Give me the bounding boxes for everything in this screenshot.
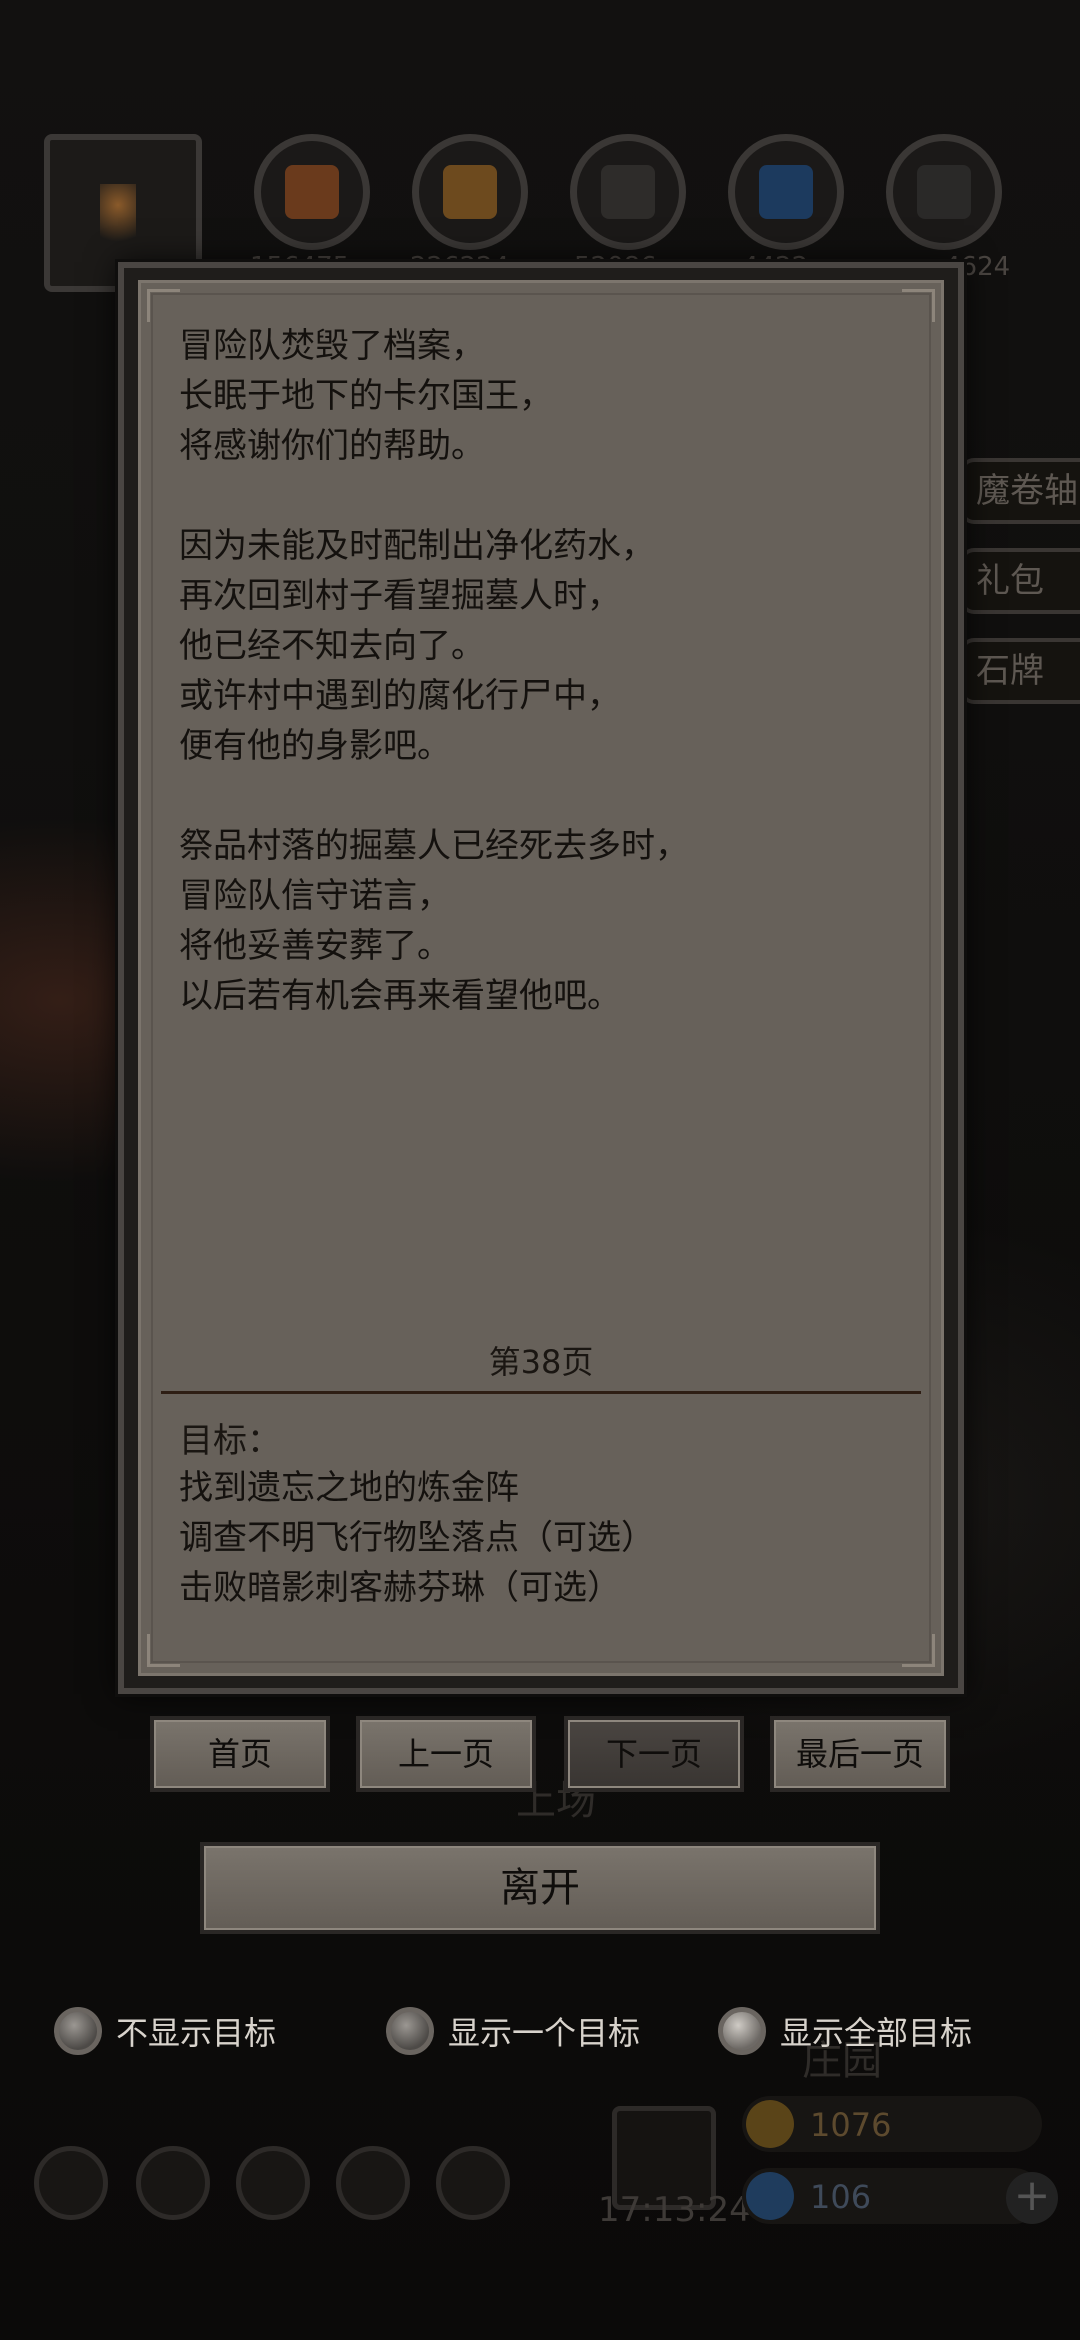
- goal-item: 击败暗影刺客赫芬琳（可选）: [179, 1568, 621, 1608]
- radio-label: 显示一个目标: [448, 2014, 641, 2052]
- radio-circle[interactable]: [718, 2007, 766, 2055]
- radio-hide-goals[interactable]: 不显示目标: [54, 2004, 276, 2058]
- add-currency-icon[interactable]: +: [1006, 2172, 1058, 2224]
- gold-coin-icon: [746, 2100, 794, 2148]
- story-dialog: 冒险队焚毁了档案， 长眠于地下的卡尔国王， 将感谢你们的帮助。 因为未能及时配制…: [118, 262, 964, 1694]
- divider: [161, 1391, 921, 1394]
- radio-circle[interactable]: [54, 2007, 102, 2055]
- radio-circle[interactable]: [386, 2007, 434, 2055]
- mail-icon[interactable]: [336, 2146, 410, 2220]
- clock-text: 17:13:24: [598, 2190, 751, 2230]
- corner-ornament: [902, 289, 935, 322]
- blue-crystal-icon[interactable]: [728, 134, 844, 250]
- gem-currency-row: 106: [742, 2168, 1042, 2224]
- radio-show-all-goals[interactable]: 显示全部目标: [718, 2004, 972, 2058]
- radio-label: 不显示目标: [116, 2014, 277, 2052]
- book-icon[interactable]: [236, 2146, 310, 2220]
- corner-ornament: [902, 1634, 935, 1667]
- side-button-stone-tablet[interactable]: 石牌: [960, 638, 1080, 704]
- goal-item: 找到遗忘之地的炼金阵: [179, 1468, 519, 1508]
- side-button-scroll[interactable]: 魔卷轴: [960, 458, 1080, 524]
- copper-ore-icon[interactable]: [254, 134, 370, 250]
- goals-list: 找到遗忘之地的炼金阵 调查不明飞行物坠落点（可选） 击败暗影刺客赫芬琳（可选）: [179, 1463, 655, 1613]
- map-icon[interactable]: [436, 2146, 510, 2220]
- goal-item: 调查不明飞行物坠落点（可选）: [179, 1518, 655, 1558]
- achievement-icon[interactable]: [136, 2146, 210, 2220]
- goals-title: 目标：: [179, 1421, 281, 1461]
- corner-ornament: [147, 289, 180, 322]
- parchment: 冒险队焚毁了档案， 长眠于地下的卡尔国王， 将感谢你们的帮助。 因为未能及时配制…: [138, 280, 944, 1676]
- stone-block-icon[interactable]: [570, 134, 686, 250]
- last-page-button[interactable]: 最后一页: [770, 1716, 950, 1792]
- next-page-button[interactable]: 下一页: [564, 1716, 744, 1792]
- page-number: 第38页: [488, 1343, 594, 1381]
- leave-button[interactable]: 离开: [200, 1842, 880, 1934]
- gem-amount: 106: [810, 2178, 872, 2216]
- radio-show-one-goal[interactable]: 显示一个目标: [386, 2004, 640, 2058]
- gold-amount: 1076: [810, 2106, 892, 2144]
- wood-plank-icon[interactable]: [412, 134, 528, 250]
- corner-ornament: [147, 1634, 180, 1667]
- blue-gem-icon: [746, 2172, 794, 2220]
- prev-page-button[interactable]: 上一页: [356, 1716, 536, 1792]
- side-button-gift-pack[interactable]: 礼包: [960, 548, 1080, 614]
- gold-currency-row: 1076: [742, 2096, 1042, 2152]
- story-text: 冒险队焚毁了档案， 长眠于地下的卡尔国王， 将感谢你们的帮助。 因为未能及时配制…: [179, 326, 689, 1016]
- first-page-button[interactable]: 首页: [150, 1716, 330, 1792]
- settings-gear-icon[interactable]: [34, 2146, 108, 2220]
- iron-ingot-icon[interactable]: [886, 134, 1002, 250]
- radio-label: 显示全部目标: [780, 2014, 973, 2052]
